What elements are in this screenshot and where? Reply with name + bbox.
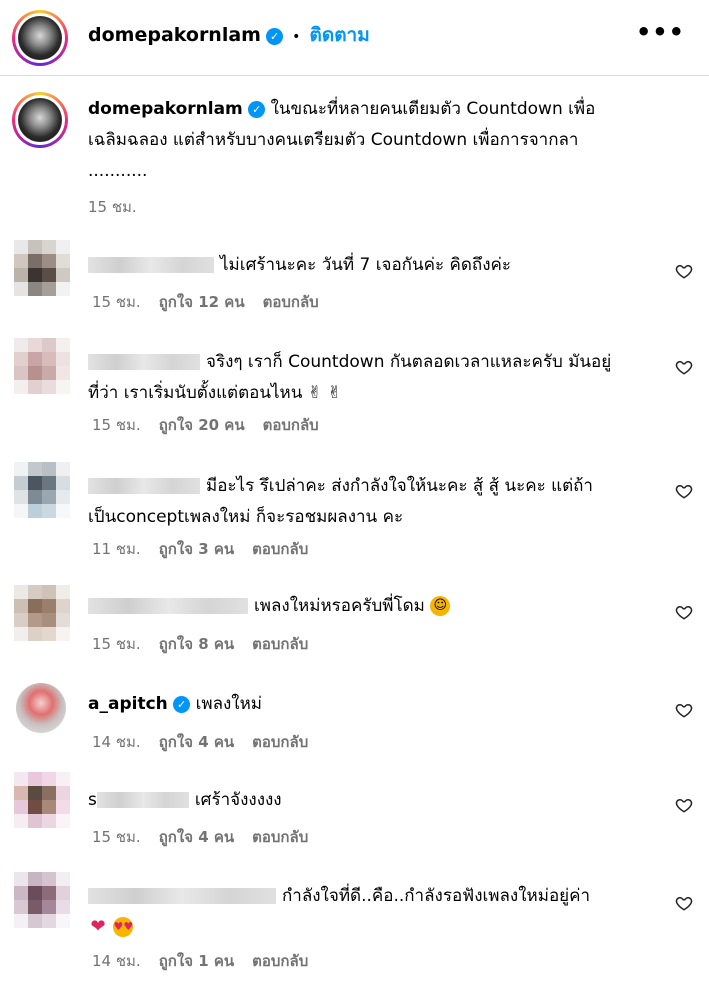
comment-time: 11 ชม. <box>92 540 141 558</box>
caption-time: 15 ชม. <box>88 198 137 216</box>
comment-avatar[interactable] <box>16 683 66 733</box>
blurred-username[interactable] <box>88 888 276 904</box>
comment-likes[interactable]: ถูกใจ 1 คน <box>159 952 234 970</box>
comment-avatar[interactable] <box>14 585 70 641</box>
heart-icon[interactable] <box>675 796 693 814</box>
separator: • <box>292 29 301 45</box>
red-heart-emoji-icon: ❤ <box>90 916 106 937</box>
comment-avatar[interactable] <box>14 240 70 296</box>
reply-button[interactable]: ตอบกลับ <box>263 416 319 434</box>
blurred-username[interactable] <box>88 598 248 614</box>
heart-icon[interactable] <box>675 603 693 621</box>
author-avatar[interactable] <box>12 10 68 66</box>
verified-badge-icon: ✓ <box>248 100 266 118</box>
comment-avatar[interactable] <box>14 338 70 394</box>
reply-button[interactable]: ตอบกลับ <box>252 828 308 846</box>
blurred-username[interactable] <box>96 792 189 808</box>
comment-time: 15 ชม. <box>92 293 141 311</box>
blurred-username[interactable] <box>88 257 214 273</box>
follow-button[interactable]: ติดตาม <box>310 24 370 46</box>
heart-icon[interactable] <box>675 701 693 719</box>
comment-likes[interactable]: ถูกใจ 8 คน <box>159 635 234 653</box>
smile-emoji-icon: ☺ <box>430 596 451 616</box>
comment-username[interactable]: a_apitch <box>88 694 168 714</box>
blurred-username[interactable] <box>88 478 200 494</box>
comment-text-line1: กำลังใจที่ดี..คือ..กำลังรอฟังเพลงใหม่อยู… <box>282 886 591 906</box>
reply-button[interactable]: ตอบกลับ <box>252 540 308 558</box>
comment-avatar[interactable] <box>14 772 70 828</box>
caption-avatar[interactable] <box>12 92 68 148</box>
comment-text-line1: จริงๆ เราก็ Countdown กันตลอดเวลาแหละครั… <box>206 352 612 372</box>
comment-text-line2: ที่ว่า เราเริ่มนับตั้งแต่ตอนไหน ✌ ✌ <box>88 383 342 403</box>
caption-text-line1: ในขณะที่หลายคนเตียมตัว Countdown เพื่อ <box>270 99 596 119</box>
more-options-icon[interactable]: ••• <box>636 18 685 46</box>
reply-button[interactable]: ตอบกลับ <box>252 733 308 751</box>
heart-icon[interactable] <box>675 262 693 280</box>
comment-likes[interactable]: ถูกใจ 4 คน <box>159 733 234 751</box>
header-username[interactable]: domepakornlam <box>88 24 261 46</box>
comment-username-prefix[interactable]: s <box>88 790 97 810</box>
blurred-username[interactable] <box>88 354 200 370</box>
comment-time: 15 ชม. <box>92 635 141 653</box>
comment-text-line1: เศร้าจังงงงง <box>194 790 282 810</box>
heart-eyes-emoji-icon: ♥♥ <box>113 917 134 937</box>
reply-button[interactable]: ตอบกลับ <box>252 635 308 653</box>
comment-text-line1: เพลงใหม่ <box>195 694 263 714</box>
comment-avatar[interactable] <box>14 872 70 928</box>
heart-icon[interactable] <box>675 894 693 912</box>
comment-likes[interactable]: ถูกใจ 4 คน <box>159 828 234 846</box>
comment-likes[interactable]: ถูกใจ 3 คน <box>159 540 234 558</box>
comment-likes[interactable]: ถูกใจ 12 คน <box>159 293 245 311</box>
comment-avatar[interactable] <box>14 462 70 518</box>
comment-text-line1: ไม่เศร้านะคะ วันที่ 7 เจอกันค่ะ คิดถึงค่… <box>220 255 512 275</box>
caption-username[interactable]: domepakornlam <box>88 99 243 119</box>
comment-time: 14 ชม. <box>92 733 141 751</box>
heart-icon[interactable] <box>675 482 693 500</box>
verified-badge-icon: ✓ <box>266 28 284 45</box>
reply-button[interactable]: ตอบกลับ <box>252 952 308 970</box>
comment-text-line2: เป็นconceptเพลงใหม่ ก็จะรอชมผลงาน คะ <box>88 507 404 527</box>
comment-likes[interactable]: ถูกใจ 20 คน <box>159 416 245 434</box>
comment-time: 14 ชม. <box>92 952 141 970</box>
caption-text-line3: ........... <box>88 161 148 181</box>
comment-time: 15 ชม. <box>92 416 141 434</box>
caption-text-line2: เฉลิมฉลอง แต่สำหรับบางคนเตรียมตัว Countd… <box>88 130 579 150</box>
reply-button[interactable]: ตอบกลับ <box>263 293 319 311</box>
post-header: domepakornlam ✓ • ติดตาม ••• <box>0 0 709 76</box>
comment-text-line1: เพลงใหม่หรอครับพี่โดม <box>254 596 425 616</box>
comment-text-line1: มีอะไร รึเปล่าคะ ส่งกำลังใจให้นะคะ สู้ ส… <box>206 476 593 496</box>
comment-time: 15 ชม. <box>92 828 141 846</box>
verified-badge-icon: ✓ <box>173 695 191 713</box>
heart-icon[interactable] <box>675 358 693 376</box>
